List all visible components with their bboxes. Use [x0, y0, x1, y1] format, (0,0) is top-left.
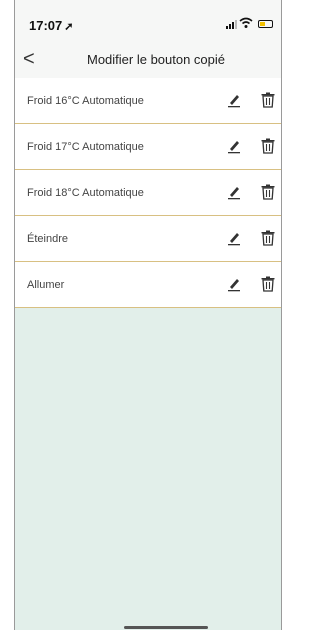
phone-screen: 17:07 ➚ < Modifier le bouton copié Froid … [14, 0, 282, 630]
navigation-bar: < Modifier le bouton copié [15, 42, 281, 78]
edit-icon[interactable] [227, 92, 241, 108]
edit-icon[interactable] [227, 230, 241, 246]
status-time-text: 17:07 [29, 18, 63, 33]
list-item-label: Froid 18°C Automatique [27, 187, 144, 199]
trash-icon[interactable] [261, 230, 275, 246]
edit-icon[interactable] [227, 184, 241, 200]
list-item[interactable]: Froid 18°C Automatique [15, 170, 281, 216]
list-item[interactable]: Froid 17°C Automatique [15, 124, 281, 170]
empty-list-area [15, 308, 281, 630]
list-item[interactable]: Allumer [15, 262, 281, 308]
edit-icon[interactable] [227, 276, 241, 292]
list-item-label: Froid 17°C Automatique [27, 141, 144, 153]
battery-charging-icon [258, 20, 273, 28]
edit-icon[interactable] [227, 138, 241, 154]
status-time: 17:07 ➚ [29, 18, 73, 33]
page-title: Modifier le bouton copié [86, 52, 226, 67]
list-item[interactable]: Froid 16°C Automatique [15, 78, 281, 124]
button-list: Froid 16°C Automatique Froid 17°C Automa… [15, 78, 281, 308]
location-icon: ➚ [64, 21, 74, 33]
home-indicator[interactable] [124, 626, 208, 629]
list-item-label: Éteindre [27, 233, 68, 245]
trash-icon[interactable] [261, 92, 275, 108]
list-item-label: Allumer [27, 279, 65, 291]
list-item[interactable]: Éteindre [15, 216, 281, 262]
list-item-label: Froid 16°C Automatique [27, 95, 144, 107]
trash-icon[interactable] [261, 184, 275, 200]
wifi-icon [239, 17, 253, 28]
status-bar: 17:07 ➚ [15, 0, 281, 42]
trash-icon[interactable] [261, 138, 275, 154]
trash-icon[interactable] [261, 276, 275, 292]
signal-icon [226, 20, 237, 29]
